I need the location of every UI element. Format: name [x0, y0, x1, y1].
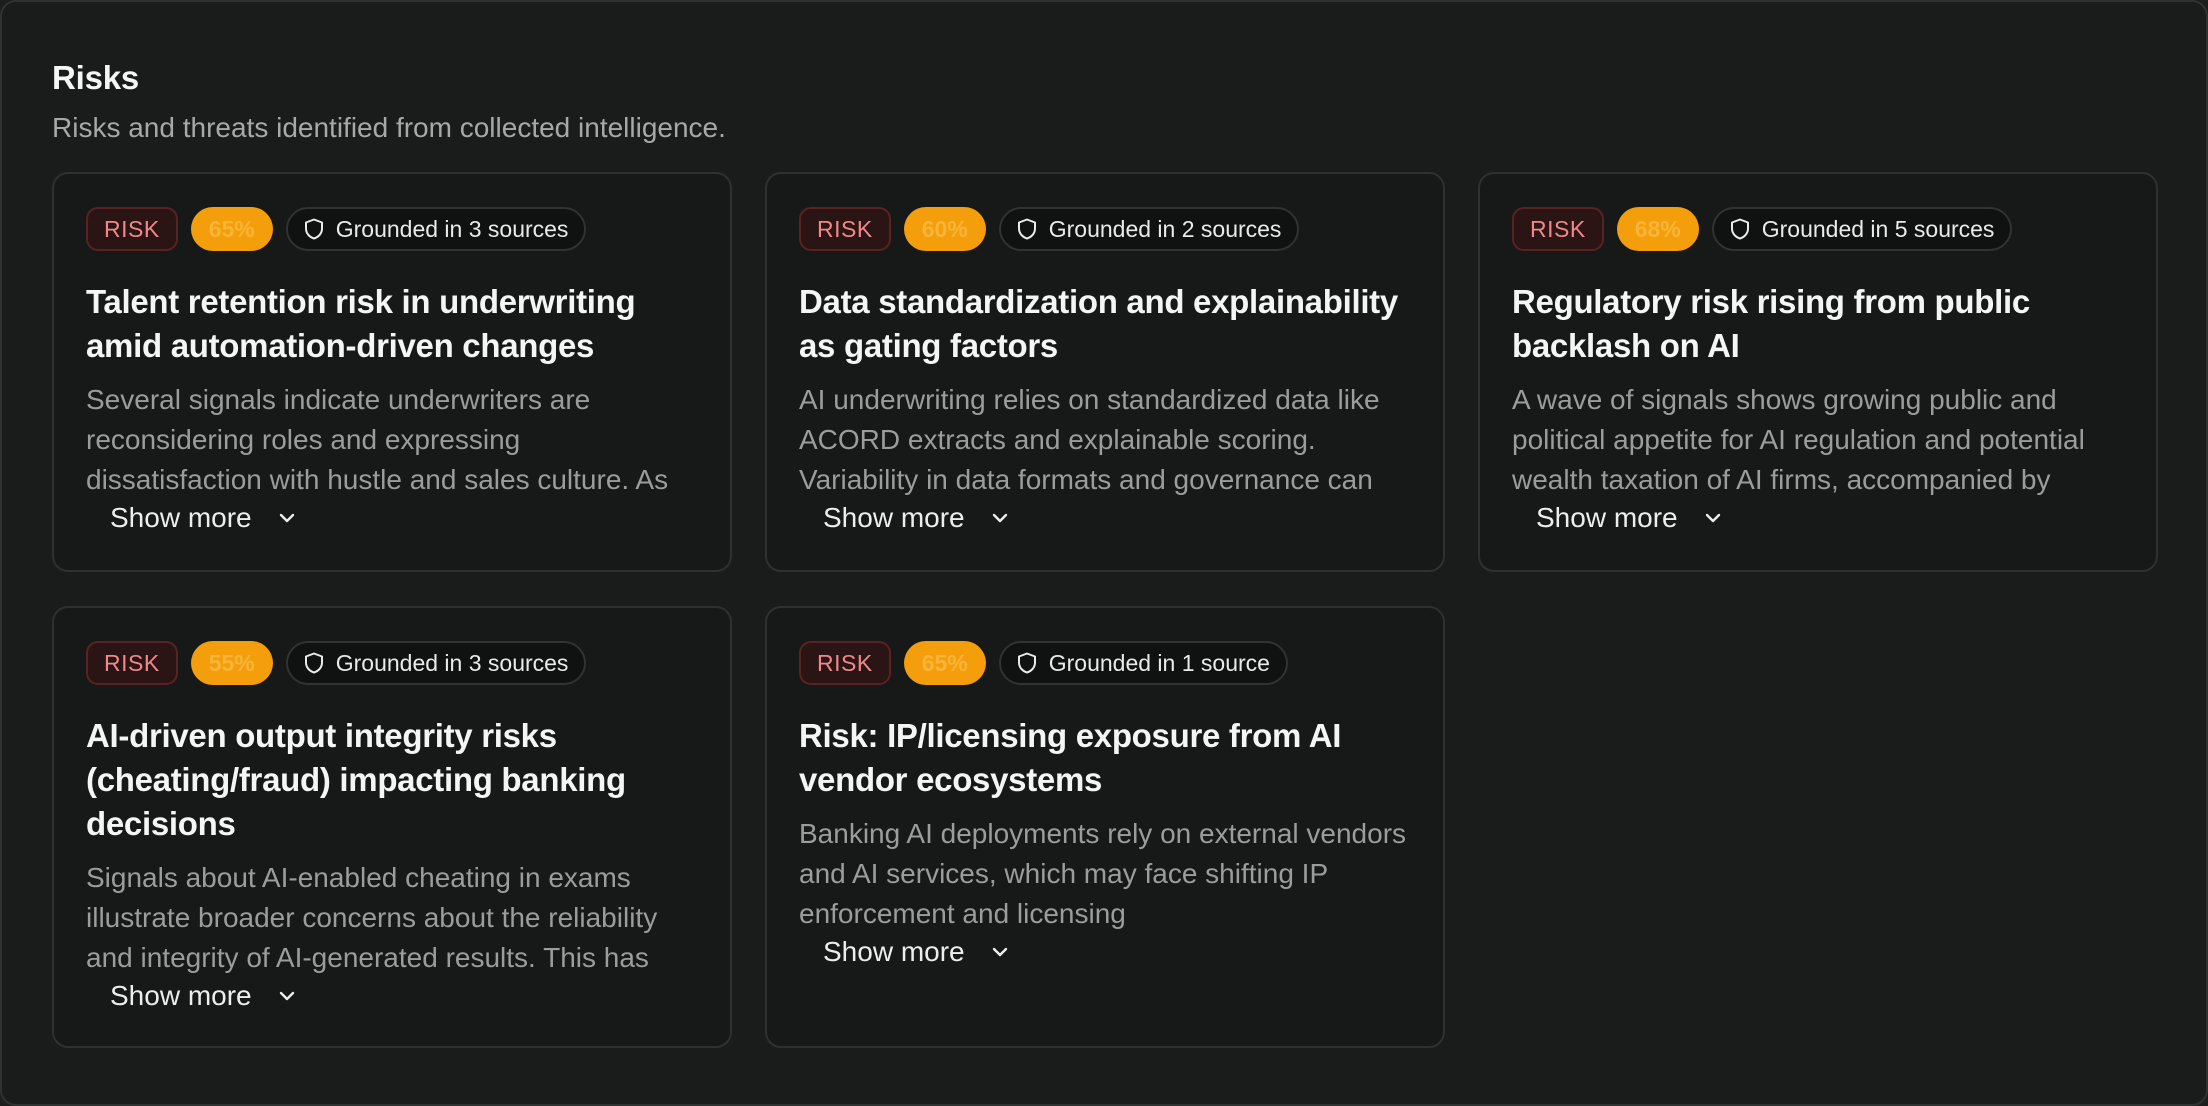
- card-badges: RISK 60% Grounded in 2 sources: [799, 206, 1411, 252]
- grounded-label: Grounded in 1 source: [1048, 649, 1270, 676]
- grounded-badge[interactable]: Grounded in 1 source: [998, 641, 1288, 685]
- card-description: AI underwriting relies on standardized d…: [799, 384, 1380, 495]
- show-more-button[interactable]: Show more: [110, 976, 298, 1016]
- card-title: Data standardization and explainability …: [799, 283, 1398, 364]
- show-more-button[interactable]: Show more: [823, 932, 1011, 972]
- show-more-label: Show more: [110, 502, 252, 533]
- card-title: Regulatory risk rising from public backl…: [1512, 283, 2030, 364]
- show-more-button[interactable]: Show more: [1536, 498, 1724, 538]
- risk-badge: RISK: [86, 641, 178, 685]
- risk-card[interactable]: RISK 65% Grounded in 1 source Risk: IP/l…: [765, 606, 1445, 1048]
- risks-panel: Risks Risks and threats identified from …: [0, 0, 2208, 1106]
- card-badges: RISK 55% Grounded in 3 sources: [86, 640, 698, 686]
- card-badges: RISK 65% Grounded in 3 sources: [86, 206, 698, 252]
- card-badges: RISK 65% Grounded in 1 source: [799, 640, 1411, 686]
- grounded-label: Grounded in 3 sources: [335, 649, 569, 676]
- risk-badge: RISK: [799, 207, 891, 251]
- risk-badge: RISK: [1512, 207, 1604, 251]
- chevron-down-icon: [1705, 513, 1720, 523]
- card-title: Talent retention risk in underwriting am…: [86, 283, 636, 364]
- risk-card[interactable]: RISK 55% Grounded in 3 sources AI-driven…: [52, 606, 732, 1048]
- risk-badge: RISK: [86, 207, 178, 251]
- confidence-badge: 65%: [190, 207, 273, 251]
- confidence-badge: 60%: [903, 207, 986, 251]
- page-title: Risks: [52, 59, 140, 96]
- chevron-down-icon: [992, 947, 1007, 957]
- shield-icon: [1017, 218, 1036, 240]
- card-description: Several signals indicate underwriters ar…: [86, 384, 669, 495]
- show-more-label: Show more: [823, 502, 965, 533]
- shield-icon: [1730, 218, 1749, 240]
- confidence-badge: 68%: [1616, 207, 1699, 251]
- show-more-label: Show more: [823, 936, 965, 967]
- risk-card-grid: RISK 65% Grounded in 3 sources Talent re…: [52, 172, 2158, 1048]
- show-more-button[interactable]: Show more: [823, 498, 1011, 538]
- grounded-badge[interactable]: Grounded in 2 sources: [998, 207, 1300, 251]
- chevron-down-icon: [279, 991, 294, 1001]
- card-description: Signals about AI-enabled cheating in exa…: [86, 862, 658, 973]
- risk-badge: RISK: [799, 641, 891, 685]
- chevron-down-icon: [279, 513, 294, 523]
- page-subtitle: Risks and threats identified from collec…: [52, 112, 726, 143]
- confidence-badge: 55%: [190, 641, 273, 685]
- chevron-down-icon: [992, 513, 1007, 523]
- shield-icon: [304, 218, 323, 240]
- grounded-label: Grounded in 3 sources: [335, 215, 569, 242]
- show-more-button[interactable]: Show more: [110, 498, 298, 538]
- grounded-label: Grounded in 2 sources: [1048, 215, 1282, 242]
- card-title: Risk: IP/licensing exposure from AI vend…: [799, 717, 1342, 798]
- show-more-label: Show more: [1536, 502, 1678, 533]
- card-badges: RISK 68% Grounded in 5 sources: [1512, 206, 2124, 252]
- shield-icon: [304, 652, 323, 674]
- show-more-label: Show more: [110, 980, 252, 1011]
- card-description: A wave of signals shows growing public a…: [1512, 384, 2085, 495]
- grounded-badge[interactable]: Grounded in 5 sources: [1711, 207, 2013, 251]
- grounded-badge[interactable]: Grounded in 3 sources: [285, 207, 587, 251]
- shield-icon: [1017, 652, 1036, 674]
- confidence-badge: 65%: [903, 641, 986, 685]
- card-title: AI-driven output integrity risks (cheati…: [86, 717, 626, 842]
- grounded-badge[interactable]: Grounded in 3 sources: [285, 641, 587, 685]
- risk-card[interactable]: RISK 68% Grounded in 5 sources Regulator…: [1478, 172, 2158, 572]
- risk-card[interactable]: RISK 65% Grounded in 3 sources Talent re…: [52, 172, 732, 572]
- card-description: Banking AI deployments rely on external …: [799, 818, 1407, 929]
- grounded-label: Grounded in 5 sources: [1761, 215, 1995, 242]
- risk-card[interactable]: RISK 60% Grounded in 2 sources Data stan…: [765, 172, 1445, 572]
